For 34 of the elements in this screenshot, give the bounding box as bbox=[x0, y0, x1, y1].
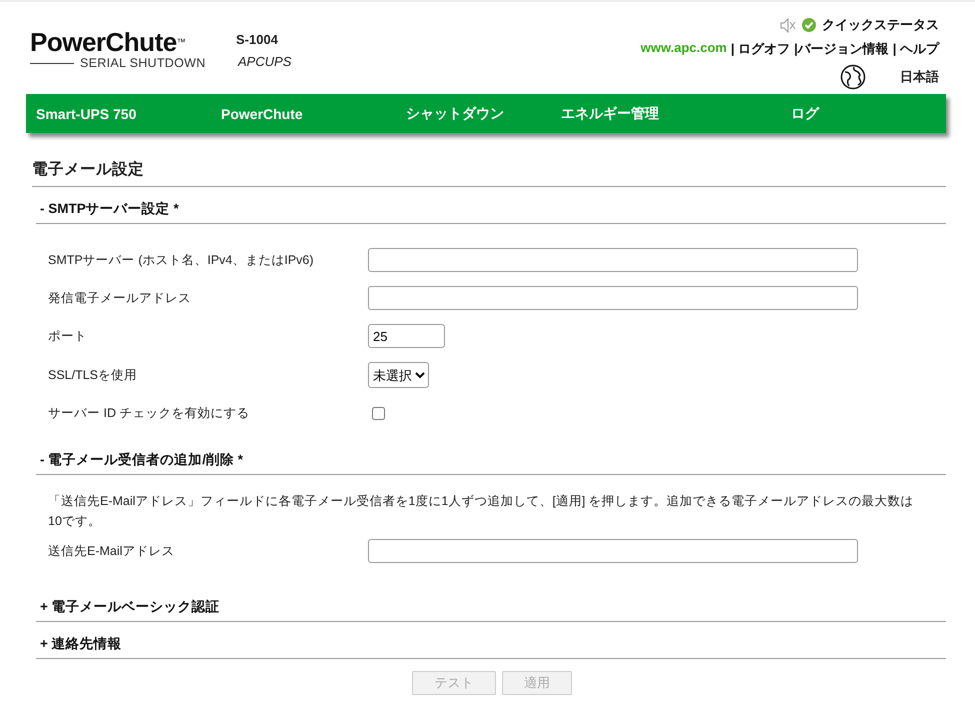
section-header[interactable]: + 電子メールベーシック認証 bbox=[36, 585, 946, 622]
nav-item[interactable]: PowerChute bbox=[221, 106, 406, 122]
page-title: 電子メール設定 bbox=[32, 159, 946, 187]
nav-item[interactable]: エネルギー管理 bbox=[561, 104, 791, 122]
globe-icon[interactable] bbox=[840, 64, 866, 90]
device-model: S-1004 bbox=[236, 32, 279, 47]
nav-item[interactable]: ログ bbox=[791, 104, 911, 122]
field-label: SSL/TLSを使用 bbox=[48, 366, 138, 384]
text-field[interactable] bbox=[368, 286, 858, 310]
language-label[interactable]: 日本語 bbox=[900, 68, 939, 86]
section-header[interactable]: - SMTPサーバー設定 * bbox=[36, 187, 946, 224]
port-field[interactable]: 25 bbox=[368, 324, 445, 348]
field-label: SMTPサーバー (ホスト名、IPv4、またはIPv6) bbox=[48, 252, 315, 268]
nav-item[interactable]: シャットダウン bbox=[406, 104, 561, 122]
quick-status-link[interactable]: クイックステータス bbox=[822, 16, 939, 34]
checkbox[interactable] bbox=[372, 406, 385, 420]
field-label: 送信先E-Mailアドレス bbox=[48, 542, 176, 560]
section-header[interactable]: - 電子メール受信者の追加/削除 * bbox=[36, 438, 946, 475]
instruction-text: 「送信先E-Mailアドレス」フィールドに各電子メール受信者を1度に1人ずつ追加して、[適用] を押します。追加できる電子メールアドレスの最大数は10です。 bbox=[48, 493, 915, 530]
speaker-muted-icon[interactable] bbox=[780, 18, 796, 32]
header-link[interactable]: |バージョン情報 bbox=[794, 40, 889, 58]
field-label: ポート bbox=[48, 328, 88, 344]
section-header[interactable]: + 連絡先情報 bbox=[36, 622, 946, 659]
nav-item[interactable]: Smart-UPS 750 bbox=[26, 106, 221, 122]
header-link[interactable]: | ログオフ bbox=[730, 40, 790, 58]
logo-subtitle: SERIAL SHUTDOWN bbox=[80, 56, 206, 70]
text-field[interactable] bbox=[368, 539, 858, 563]
select-dropdown[interactable]: 未選択 bbox=[368, 362, 429, 388]
field-label: サーバー ID チェックを有効にする bbox=[48, 404, 250, 422]
field-label: 発信電子メールアドレス bbox=[48, 290, 192, 306]
header-link[interactable]: | ヘルプ bbox=[892, 40, 939, 58]
logo-title: PowerChute™ bbox=[30, 28, 186, 56]
device-name: APCUPS bbox=[238, 54, 292, 69]
text-field[interactable] bbox=[368, 248, 858, 272]
